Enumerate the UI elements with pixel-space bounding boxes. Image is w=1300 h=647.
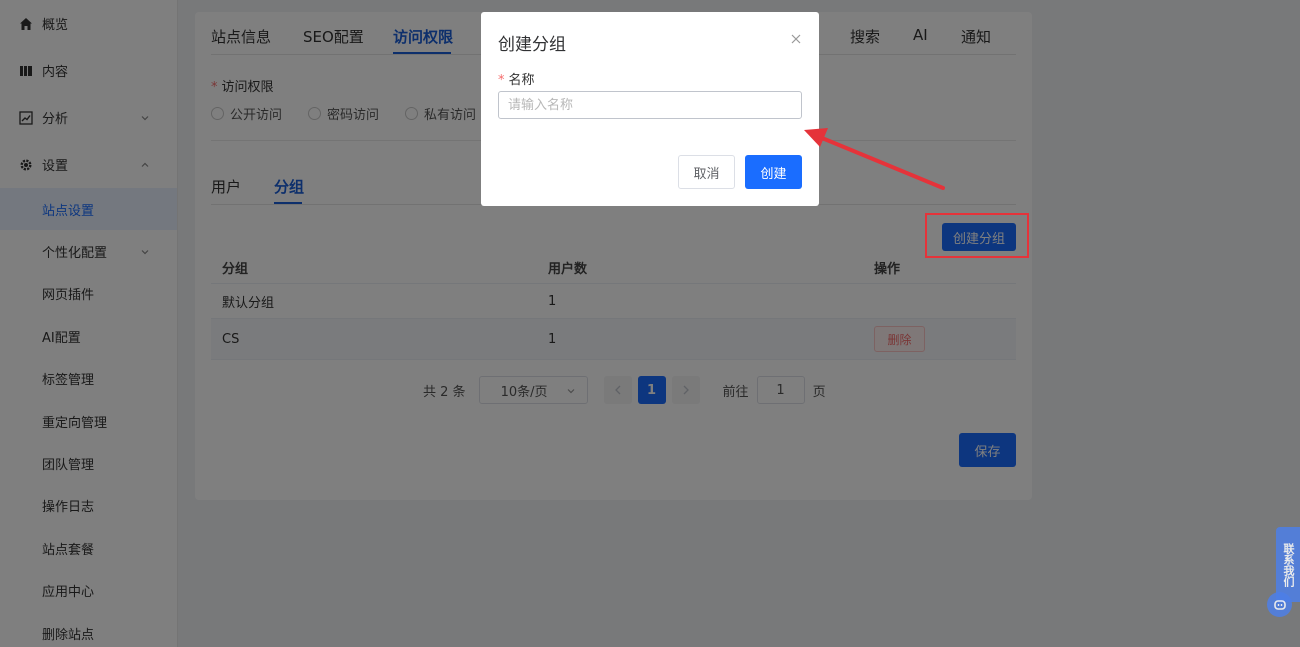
contact-us-label: 联系我们: [1282, 542, 1295, 587]
name-field-label-text: 名称: [508, 73, 535, 88]
dialog-title: 创建分组: [498, 35, 566, 55]
contact-us-widget[interactable]: 联系我们: [1276, 527, 1300, 602]
close-icon[interactable]: [790, 33, 802, 45]
required-mark: *: [498, 73, 505, 88]
create-group-dialog: 创建分组 *名称 取消 创建: [481, 12, 819, 206]
chat-icon[interactable]: [1267, 592, 1292, 617]
name-field-label: * 名称: [498, 69, 535, 88]
annotation-highlight-box: [925, 213, 1029, 258]
confirm-create-button[interactable]: 创建: [745, 155, 802, 189]
cancel-button[interactable]: 取消: [678, 155, 735, 189]
group-name-input[interactable]: [498, 91, 802, 119]
